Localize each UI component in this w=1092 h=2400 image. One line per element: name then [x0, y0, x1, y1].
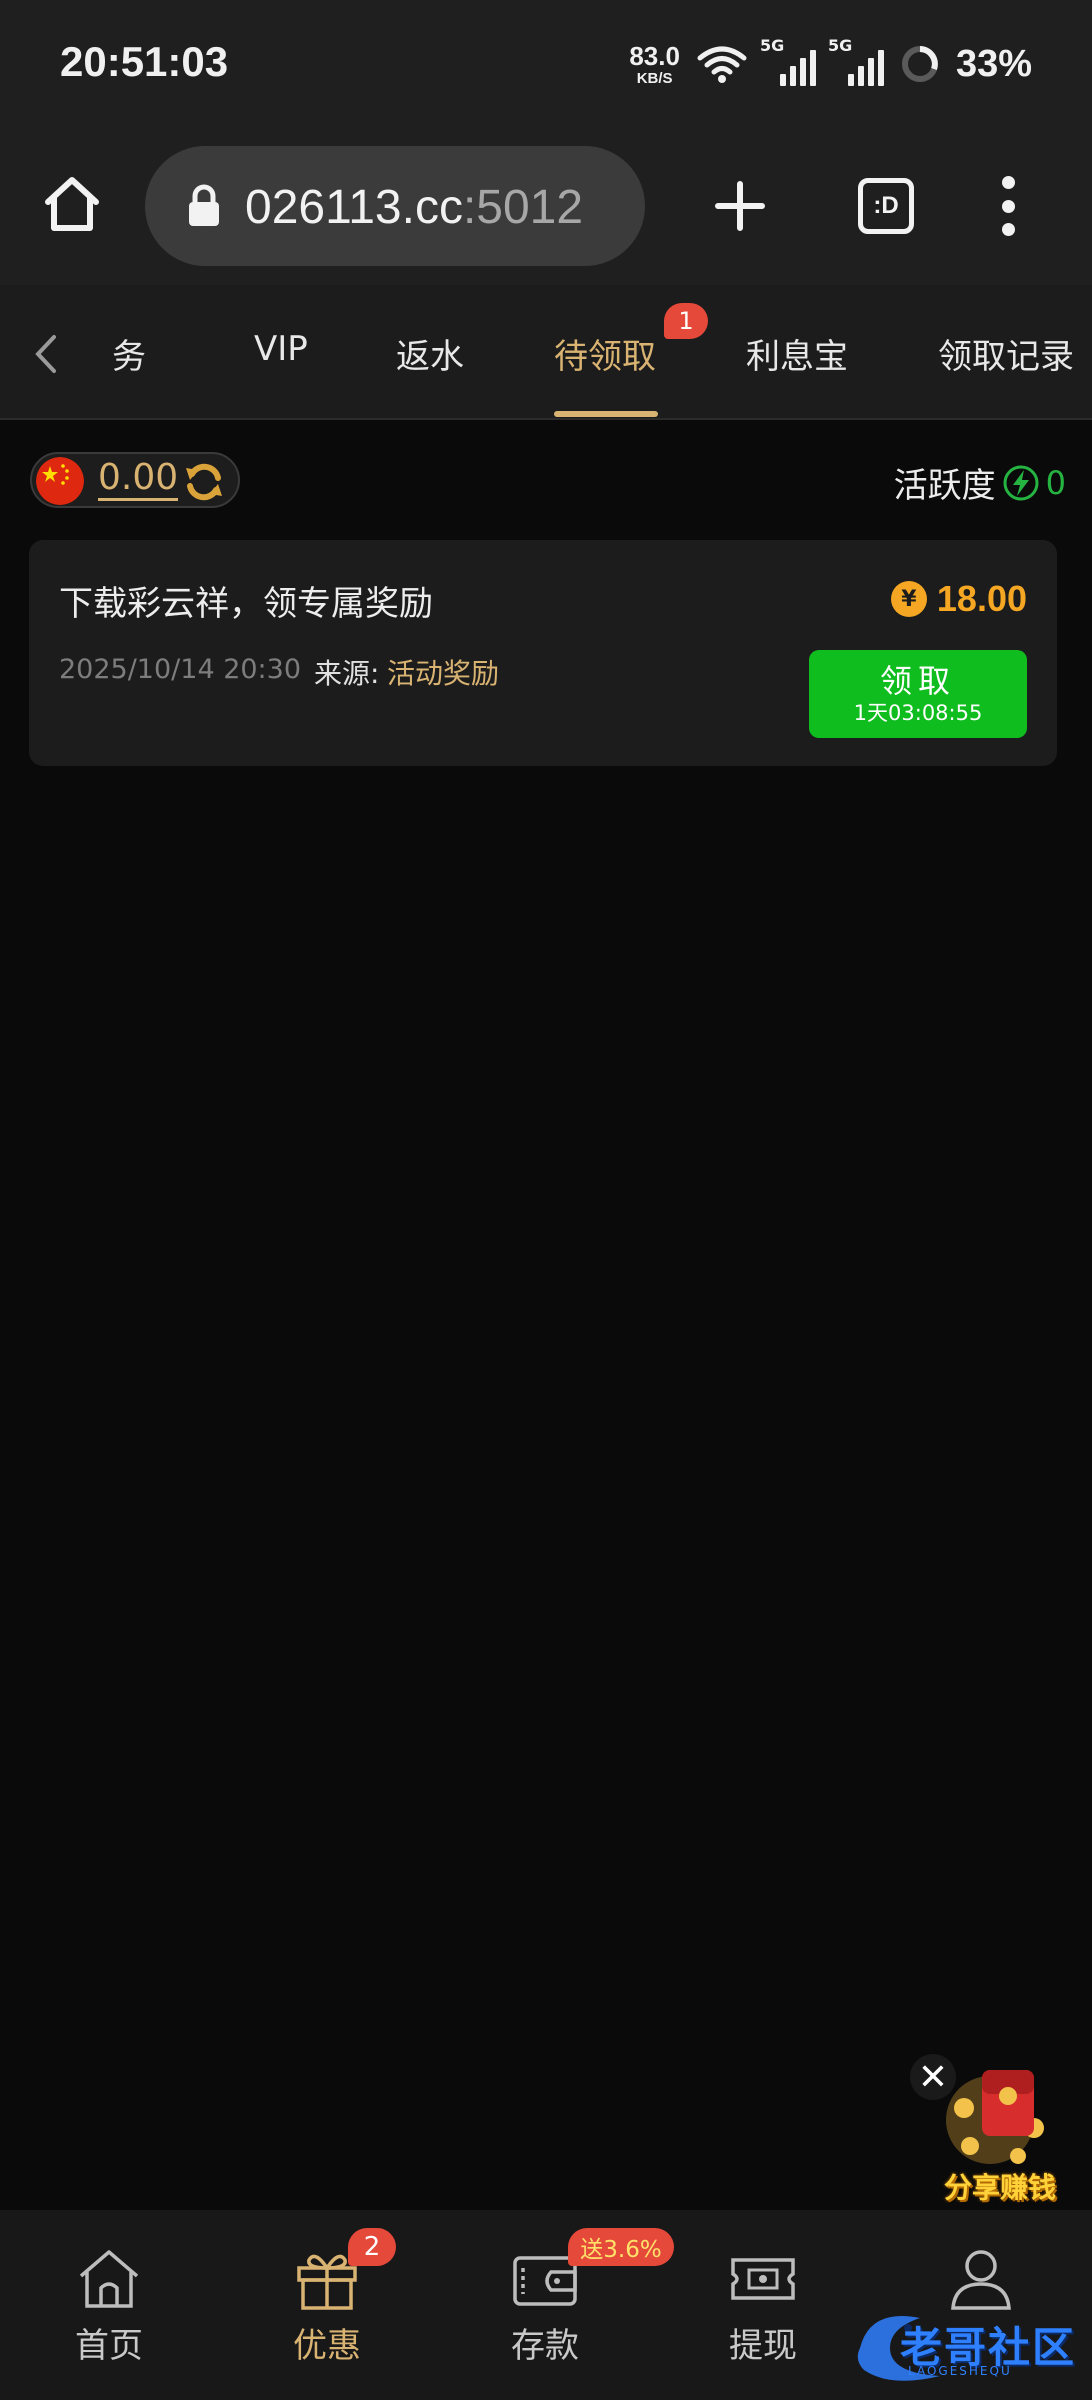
battery-ring-icon — [901, 46, 938, 82]
category-tab-bar: 任务 VIP 返水 待领取 利息宝 领取记录 1 — [0, 285, 1092, 420]
chevron-left-icon[interactable] — [30, 333, 62, 375]
withdraw-icon — [731, 2258, 795, 2300]
cell-signal-2-icon: 5G — [828, 36, 884, 86]
refresh-icon[interactable] — [182, 460, 226, 504]
tab-tasks-clip: 任务 — [112, 285, 146, 420]
activity-indicator: 活跃度 0 — [894, 458, 1066, 507]
new-tab-icon[interactable] — [712, 178, 768, 234]
nav-offers[interactable]: 优惠 — [218, 2210, 436, 2400]
activity-label: 活跃度 — [893, 466, 996, 506]
status-icons: 83.0 KB/S 5G 5G 33% — [629, 36, 1032, 92]
overflow-menu-icon[interactable] — [996, 176, 1020, 236]
lightning-icon — [1003, 465, 1039, 500]
reward-title: 下载彩云祥，领专属奖励 — [59, 584, 433, 624]
watermark-subtext: LAOGESHEQU — [908, 2364, 1012, 2378]
nav-offers-label: 优惠 — [293, 2326, 361, 2366]
network-speed-value: 83.0 — [629, 40, 680, 71]
status-time: 20:51:03 — [60, 38, 229, 85]
tab-claim-history[interactable]: 领取记录 — [938, 329, 1074, 378]
activity-value: 0 — [1045, 463, 1066, 502]
home-icon — [79, 2250, 139, 2308]
browser-toolbar: 026113.cc:5012 :D — [0, 130, 1092, 285]
tab-switcher-button[interactable]: :D — [858, 178, 914, 234]
home-icon[interactable] — [40, 172, 104, 236]
address-bar[interactable]: 026113.cc:5012 — [145, 146, 645, 266]
reward-card: 下载彩云祥，领专属奖励 ¥ 18.00 2025/10/14 20:30 来源:… — [29, 540, 1057, 766]
status-bar: 20:51:03 83.0 KB/S 5G 5G 33% — [0, 0, 1092, 130]
cell-signal-1-icon: 5G — [760, 36, 816, 86]
deposit-bonus-badge: 送3.6% — [568, 2228, 674, 2266]
tab-vip[interactable]: VIP — [254, 329, 308, 369]
reward-amount: ¥ 18.00 — [890, 578, 1027, 620]
tab-tasks[interactable]: 任务 — [112, 329, 146, 378]
nav-withdraw-label: 提现 — [729, 2326, 797, 2366]
nav-home-label: 首页 — [75, 2326, 143, 2366]
reward-date: 2025/10/14 20:30 — [59, 654, 302, 685]
china-flag-icon — [36, 457, 84, 505]
wifi-icon — [697, 46, 747, 83]
reward-source-value: 活动奖励 — [387, 657, 500, 690]
tab-pending[interactable]: 待领取 — [554, 329, 656, 378]
url-host: 026113.cc — [245, 181, 463, 234]
claim-button-label: 领取 — [879, 662, 956, 700]
offers-count-badge: 2 — [348, 2228, 396, 2266]
balance-pill: 0.00 — [30, 452, 240, 508]
network-speed: 83.0 KB/S — [629, 43, 680, 86]
url-port: :5012 — [462, 181, 584, 234]
active-tab-indicator — [554, 411, 658, 417]
nav-deposit-label: 存款 — [511, 2326, 579, 2366]
claim-button[interactable]: 领取 1天03:08:55 — [809, 650, 1027, 738]
tab-interest[interactable]: 利息宝 — [746, 329, 848, 378]
lock-icon — [189, 184, 219, 226]
nav-home[interactable]: 首页 — [0, 2210, 218, 2400]
nav-withdraw[interactable]: 提现 — [654, 2210, 872, 2400]
reward-source-label: 来源: — [314, 657, 380, 690]
battery-percent: 33% — [955, 42, 1032, 85]
cell-signal-2-tag: 5G — [827, 36, 853, 55]
reward-amount-value: 18.00 — [936, 578, 1027, 619]
yen-coin-icon: ¥ — [890, 581, 927, 617]
tab-rebate[interactable]: 返水 — [396, 329, 464, 378]
share-promo-label[interactable]: 分享赚钱 — [930, 2166, 1070, 2206]
pending-count-badge: 1 — [664, 303, 708, 339]
promo-close-button[interactable]: ✕ — [910, 2054, 956, 2100]
network-speed-unit: KB/S — [636, 69, 673, 87]
url-text: 026113.cc:5012 — [245, 180, 583, 235]
cell-signal-1-tag: 5G — [759, 36, 785, 55]
balance-value[interactable]: 0.00 — [98, 458, 179, 501]
claim-countdown: 1天03:08:55 — [853, 701, 983, 725]
